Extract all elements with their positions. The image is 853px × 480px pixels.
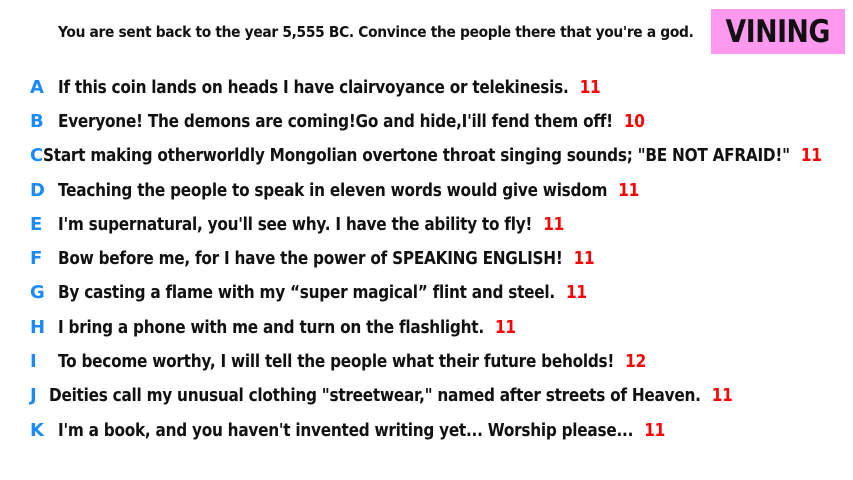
entry-text: Deities call my unusual clothing "street… [48, 385, 701, 407]
entry-row: I To become worthy, I will tell the peopl… [30, 344, 853, 378]
entry-row: G By casting a flame with my “super magic… [30, 276, 853, 310]
entry-letter: A [30, 76, 44, 98]
entry-count: 11 [566, 282, 587, 304]
entry-row: J Deities call my unusual clothing "stree… [30, 379, 853, 413]
entry-content: I'm supernatural, you'll see why. I have… [58, 214, 564, 235]
entry-text: Start making otherworldly Mongolian over… [42, 145, 790, 167]
entry-text: I'm a book, and you haven't invented wri… [58, 419, 634, 441]
entry-count: 11 [711, 385, 733, 407]
vining-badge: VINING [711, 9, 845, 54]
entry-row: E I'm supernatural, you'll see why. I hav… [30, 207, 853, 241]
entry-row: D Teaching the people to speak in eleven … [30, 173, 853, 207]
entry-letter: H [30, 316, 45, 338]
entry-content: By casting a flame with my “super magica… [58, 282, 587, 303]
entry-text: If this coin lands on heads I have clair… [58, 76, 569, 98]
entry-letter: F [30, 248, 42, 270]
entry-text: I'm supernatural, you'll see why. I have… [58, 213, 533, 235]
entry-content: Teaching the people to speak in eleven w… [58, 180, 639, 201]
entry-text: By casting a flame with my “super magica… [58, 282, 555, 304]
entry-row: C Start making otherworldly Mongolian ove… [30, 139, 853, 173]
entry-row: K I'm a book, and you haven't invented wr… [30, 413, 853, 447]
entry-text: I bring a phone with me and turn on the … [58, 316, 484, 338]
entry-letter: G [30, 282, 45, 304]
prompt-text: You are sent back to the year 5,555 BC. … [58, 23, 694, 41]
entry-content: I bring a phone with me and turn on the … [58, 317, 516, 338]
badge-label: VINING [725, 13, 831, 50]
entry-row: A If this coin lands on heads I have clai… [30, 70, 853, 104]
entry-count: 11 [800, 145, 822, 167]
entry-content: Everyone! The demons are coming!Go and h… [58, 111, 645, 132]
entry-count: 11 [644, 419, 665, 441]
entry-row: B Everyone! The demons are coming!Go and … [30, 104, 853, 138]
entry-letter: K [30, 419, 44, 441]
entry-count: 11 [618, 179, 640, 201]
entry-letter: D [30, 179, 45, 201]
entry-text: Everyone! The demons are coming!Go and h… [58, 110, 613, 132]
entry-count: 11 [543, 213, 564, 235]
entry-letter: E [30, 213, 42, 235]
entry-count: 12 [625, 351, 646, 373]
entry-letter: J [30, 385, 37, 407]
entry-text: Bow before me, for I have the power of S… [58, 248, 563, 270]
entry-content: If this coin lands on heads I have clair… [58, 76, 601, 98]
entry-row: F Bow before me, for I have the power of … [30, 241, 853, 275]
entry-letter: C [30, 145, 43, 167]
entry-count: 11 [579, 76, 601, 98]
entry-letter: B [30, 110, 44, 132]
entry-content: Start making otherworldly Mongolian over… [43, 145, 822, 166]
entry-row: H I bring a phone with me and turn on the… [30, 310, 853, 344]
entry-content: Bow before me, for I have the power of S… [58, 248, 595, 270]
entry-content: I'm a book, and you haven't invented wri… [58, 420, 665, 441]
entry-letter: I [30, 351, 37, 373]
entry-list: A If this coin lands on heads I have clai… [30, 70, 853, 447]
entry-text: Teaching the people to speak in eleven w… [58, 179, 608, 201]
entry-text: To become worthy, I will tell the people… [58, 351, 615, 373]
entry-count: 10 [623, 110, 645, 132]
entry-count: 11 [573, 248, 595, 270]
entry-count: 11 [494, 316, 516, 338]
entry-content: Deities call my unusual clothing "street… [48, 385, 733, 407]
entry-content: To become worthy, I will tell the people… [58, 351, 646, 372]
